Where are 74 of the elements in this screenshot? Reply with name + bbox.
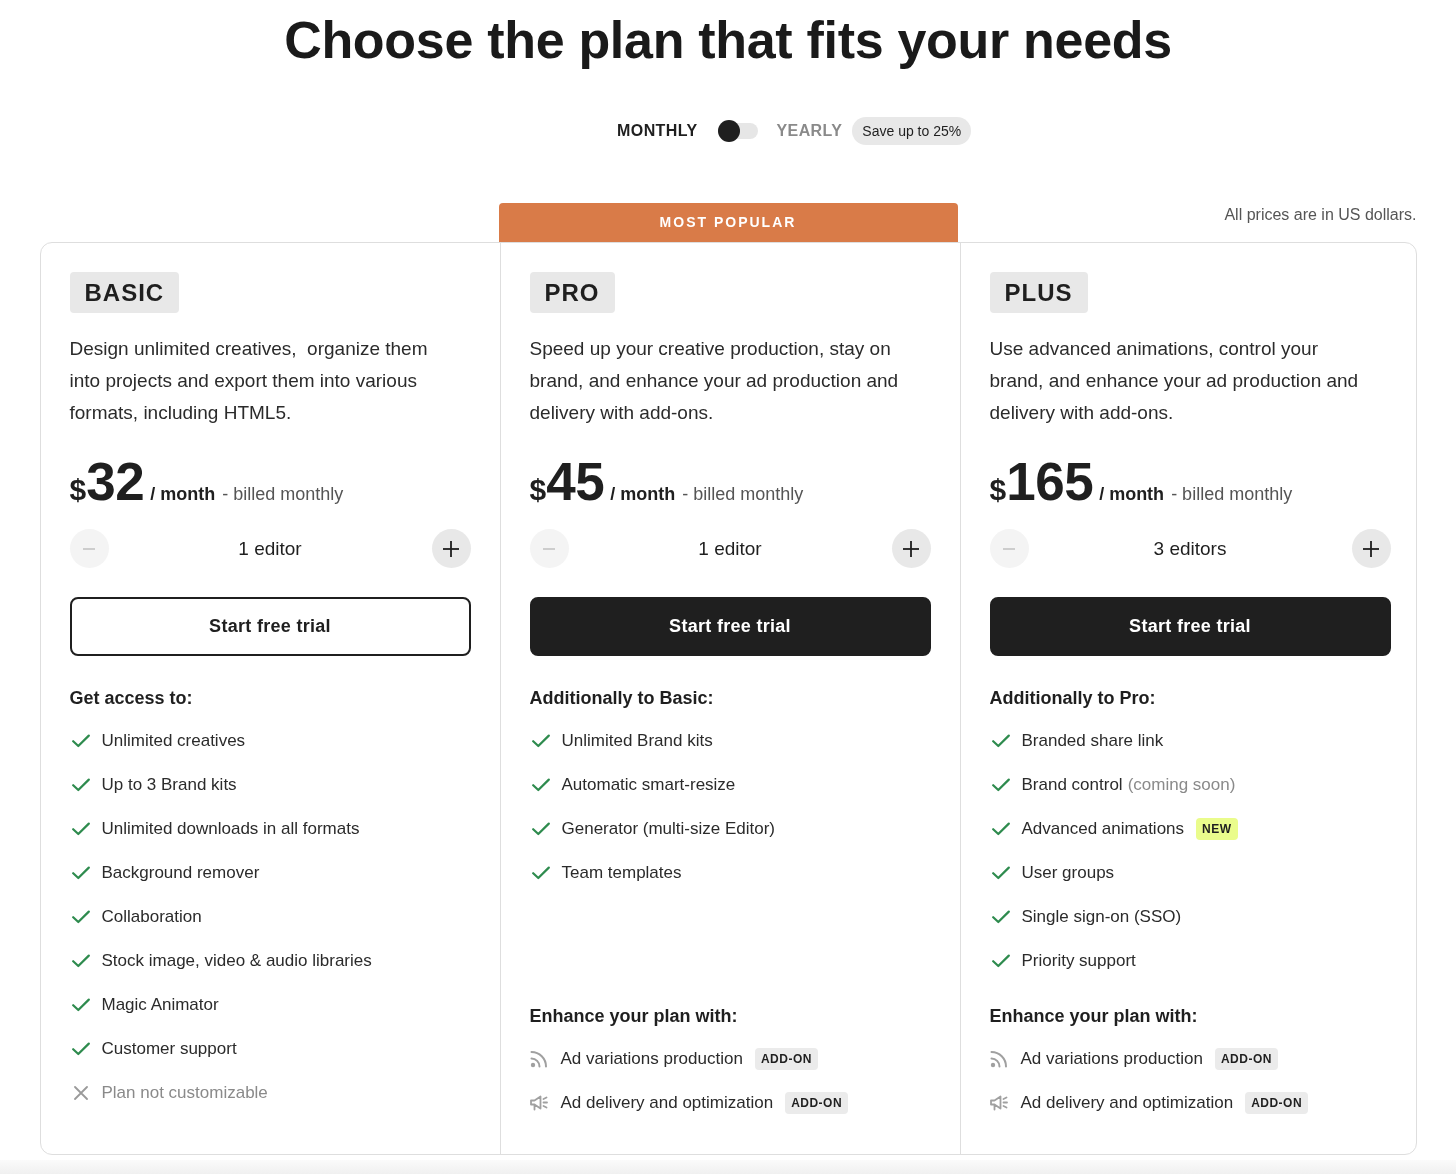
price-amount: $165 bbox=[989, 455, 1094, 508]
popular-ribbon: MOST POPULAR bbox=[498, 203, 958, 242]
feature-text: Unlimited creatives bbox=[101, 731, 246, 751]
feature-text: Background remover bbox=[101, 863, 260, 883]
plan-description: Use advanced animations, control your brand, and enhance your ad production and delivery with add-ons. bbox=[989, 337, 1360, 425]
savings-badge: Save up to 25% bbox=[852, 117, 972, 145]
billing-note: - billed monthly bbox=[1171, 484, 1293, 505]
addons-heading: Enhance your plan with: bbox=[989, 1006, 1198, 1026]
increase-button[interactable] bbox=[431, 529, 471, 568]
start-trial-button[interactable]: Start free trial bbox=[529, 597, 931, 656]
feature-text: Automatic smart-resize bbox=[561, 775, 736, 795]
increase-button[interactable] bbox=[891, 529, 931, 568]
signal-icon bbox=[989, 1050, 1008, 1068]
price-amount: $32 bbox=[69, 455, 145, 508]
feature-text: Collaboration bbox=[101, 907, 202, 927]
feature-text: Plan not customizable bbox=[101, 1083, 268, 1103]
addon-text: Ad delivery and optimization bbox=[560, 1093, 774, 1113]
feature-text: Advanced animations bbox=[1021, 819, 1185, 839]
new-badge: NEW bbox=[1196, 818, 1238, 840]
plan-description: Speed up your creative production, stay on brand, and enhance your ad production and delivery with add-ons. bbox=[529, 337, 900, 425]
currency-note: All prices are in US dollars. bbox=[1224, 206, 1417, 224]
feature-text: Stock image, video & audio libraries bbox=[101, 951, 372, 971]
billing-note: - billed monthly bbox=[682, 484, 804, 505]
editor-count: 1 editor bbox=[698, 537, 762, 560]
addon-text: Ad delivery and optimization bbox=[1020, 1093, 1234, 1113]
addons-heading: Enhance your plan with: bbox=[529, 1006, 738, 1026]
price-period: / month bbox=[1099, 484, 1165, 505]
plan-name: PLUS bbox=[989, 272, 1088, 313]
price-amount: $45 bbox=[529, 455, 605, 508]
feature-text: Brand control bbox=[1021, 775, 1123, 795]
minus-icon bbox=[543, 547, 555, 550]
addon-badge: ADD-ON bbox=[754, 1048, 818, 1070]
features-heading: Additionally to Basic: bbox=[529, 687, 714, 710]
plus-icon bbox=[443, 540, 459, 557]
minus-icon bbox=[1003, 547, 1015, 550]
feature-note: (coming soon) bbox=[1127, 775, 1236, 795]
editor-count: 1 editor bbox=[238, 537, 302, 560]
plus-icon bbox=[1363, 540, 1379, 557]
feature-text: Generator (multi-size Editor) bbox=[561, 819, 775, 839]
features-heading: Additionally to Pro: bbox=[989, 687, 1156, 710]
plan-name: BASIC bbox=[69, 272, 180, 313]
increase-button[interactable] bbox=[1351, 529, 1391, 568]
minus-icon bbox=[83, 547, 95, 550]
feature-text: Single sign-on (SSO) bbox=[1021, 907, 1182, 927]
feature-text: Up to 3 Brand kits bbox=[101, 775, 237, 795]
billing-option[interactable]: MONTHLY bbox=[617, 122, 698, 140]
addon-text: Ad variations production bbox=[560, 1049, 743, 1069]
feature-text: Team templates bbox=[561, 863, 682, 883]
plan-description: Design unlimited creatives, organize them into projects and export them into various formats, including HTML5. bbox=[69, 337, 429, 425]
addon-badge: ADD-ON bbox=[1214, 1048, 1278, 1070]
plus-icon bbox=[903, 540, 919, 557]
feature-text: Magic Animator bbox=[101, 995, 219, 1015]
feature-text: Priority support bbox=[1021, 951, 1136, 971]
addon-text: Ad variations production bbox=[1020, 1049, 1203, 1069]
editor-count: 3 editors bbox=[1153, 537, 1227, 560]
feature-text: Unlimited Brand kits bbox=[561, 731, 713, 751]
megaphone-icon bbox=[529, 1095, 548, 1111]
megaphone-icon bbox=[989, 1095, 1008, 1111]
start-trial-button[interactable]: Start free trial bbox=[989, 597, 1391, 656]
addon-badge: ADD-ON bbox=[785, 1092, 849, 1114]
signal-icon bbox=[529, 1050, 548, 1068]
addon-badge: ADD-ON bbox=[1245, 1092, 1309, 1114]
feature-text: Branded share link bbox=[1021, 731, 1164, 751]
price-period: / month bbox=[150, 484, 216, 505]
feature-text: Unlimited downloads in all formats bbox=[101, 819, 360, 839]
feature-text: User groups bbox=[1021, 863, 1115, 883]
start-trial-button[interactable]: Start free trial bbox=[69, 597, 471, 656]
features-heading: Get access to: bbox=[69, 687, 193, 710]
page-title: Choose the plan that fits your needs bbox=[284, 10, 1172, 70]
feature-text: Customer support bbox=[101, 1039, 237, 1059]
billing-switch[interactable] bbox=[717, 120, 758, 142]
billing-note: - billed monthly bbox=[222, 484, 344, 505]
plan-name: PRO bbox=[529, 272, 615, 313]
price-period: / month bbox=[610, 484, 676, 505]
